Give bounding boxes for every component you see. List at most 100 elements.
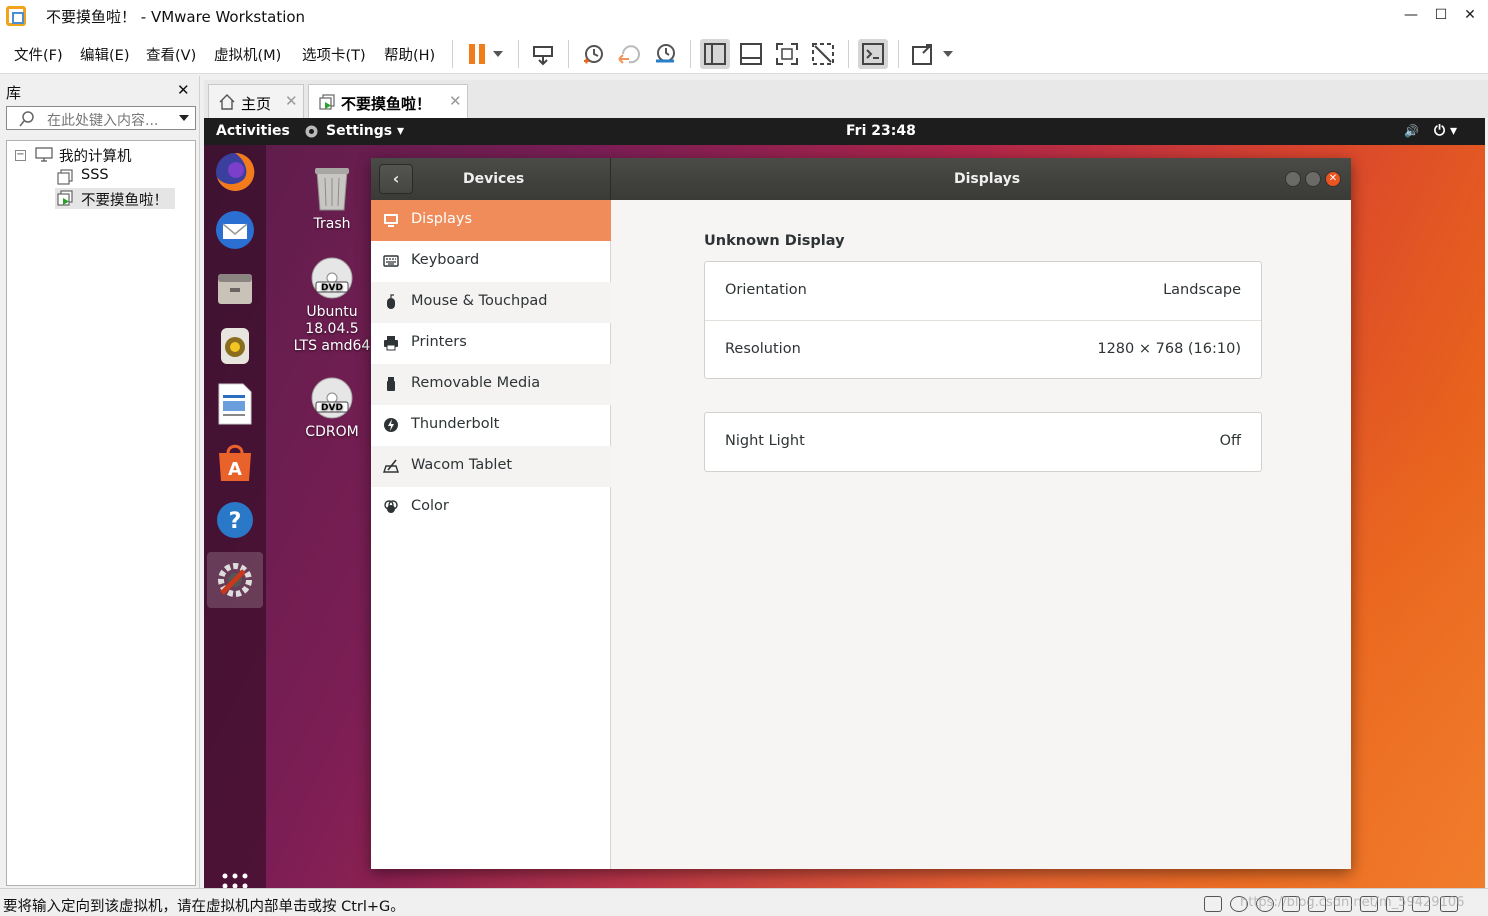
tree-collapse-icon[interactable]: − [15,150,26,161]
dvd-icon: DVD [311,377,353,419]
stretch-guest-icon[interactable] [908,39,938,69]
toolbar-separator [568,40,569,68]
thunderbird-icon[interactable] [212,207,258,253]
library-search-input[interactable]: 在此处键入内容... [6,106,196,130]
tree-item-label: 不要摸鱼啦！ [81,193,168,209]
printer-icon [384,336,398,351]
app-menu-settings[interactable]: Settings ▾ [326,123,404,139]
display-settings-card: Orientation Landscape Resolution 1280 × … [704,261,1262,379]
resolution-row[interactable]: Resolution 1280 × 768 (16:10) [705,320,1261,378]
tree-item-sss[interactable]: SSS [57,167,117,187]
sidebar-item-label: Displays [411,211,473,227]
tab-close-icon[interactable]: ✕ [285,92,298,110]
usb-icon [387,377,395,391]
menu-file[interactable]: 文件(F) [14,44,63,65]
sidebar-item-keyboard[interactable]: Keyboard [371,241,611,282]
toolbar-separator [898,40,899,68]
files-icon[interactable] [212,265,258,311]
svg-text:?: ? [229,509,242,534]
svg-text:A: A [228,459,242,480]
sidebar-item-printers[interactable]: Printers [371,323,611,364]
activities-button[interactable]: Activities [216,123,290,139]
tab-close-icon[interactable]: ✕ [449,92,462,110]
search-placeholder: 在此处键入内容... [47,113,159,129]
unity-icon[interactable] [808,39,838,69]
firefox-icon[interactable] [212,149,258,195]
help-icon[interactable]: ? [212,497,258,543]
minimize-button[interactable]: — [1398,5,1424,27]
show-applications-icon[interactable] [220,871,250,888]
maximize-button[interactable]: ☐ [1428,5,1454,27]
settings-sidebar: Displays Keyboard Mouse & Touchpad Print… [371,200,611,869]
toolbar-separator [452,40,453,68]
sidebar-item-wacom-tablet[interactable]: Wacom Tablet [371,446,611,487]
dvd-icon: DVD [311,257,353,299]
show-library-icon[interactable] [700,39,730,69]
revert-snapshot-icon[interactable] [614,39,644,69]
close-button[interactable]: ✕ [1457,5,1483,27]
night-light-row[interactable]: Night Light Off [705,413,1261,471]
keyboard-icon [383,255,399,267]
console-view-icon[interactable] [858,39,888,69]
minimize-icon[interactable] [1285,171,1301,187]
tablet-icon [383,459,399,473]
snapshot-manager-icon[interactable] [650,39,680,69]
desktop-icon-trash[interactable]: Trash [292,164,372,233]
menu-toolbar: 文件(F) 编辑(E) 查看(V) 虚拟机(M) 选项卡(T) 帮助(H) [0,32,1488,74]
menu-help[interactable]: 帮助(H) [384,44,435,65]
toolbar-separator [848,40,849,68]
volume-icon[interactable]: 🔊 [1404,124,1419,138]
sidebar-item-mouse-touchpad[interactable]: Mouse & Touchpad [371,282,611,323]
clock[interactable]: Fri 23:48 [846,123,916,139]
night-light-value: Off [1219,433,1241,449]
maximize-icon[interactable] [1305,171,1321,187]
power-menu-icon[interactable]: ⏻ ▾ [1434,123,1457,139]
tree-item-label: SSS [81,167,109,183]
mouse-icon [387,294,395,309]
display-icon [384,214,398,227]
sidebar-item-removable-media[interactable]: Removable Media [371,364,611,405]
displays-panel: Unknown Display Orientation Landscape Re… [612,200,1351,869]
libreoffice-writer-icon[interactable] [212,381,258,427]
hard-disk-icon[interactable] [1204,896,1222,912]
close-icon[interactable]: ✕ [1325,171,1341,187]
rhythmbox-icon[interactable] [212,323,258,369]
full-screen-icon[interactable] [772,39,802,69]
sidebar-item-displays[interactable]: Displays [371,200,611,241]
sidebar-item-thunderbolt[interactable]: Thunderbolt [371,405,611,446]
orientation-label: Orientation [725,282,807,298]
sidebar-item-color[interactable]: Color [371,487,611,528]
guest-screen[interactable]: Activities Settings ▾ Fri 23:48 🔊 ⏻ ▾ A … [204,118,1485,888]
desktop-icon-cdrom[interactable]: DVD CDROM [292,376,372,441]
settings-gear-icon [305,125,318,138]
tab-vm[interactable]: 不要摸鱼啦！ ✕ [308,84,468,118]
menu-view[interactable]: 查看(V) [146,44,196,65]
status-message: 要将输入定向到该虚拟机，请在虚拟机内部单击或按 Ctrl+G。 [3,899,405,915]
send-ctrl-alt-del-icon[interactable] [528,39,558,69]
library-close-button[interactable]: ✕ [177,81,190,99]
settings-icon[interactable] [207,552,263,608]
desktop-icon-ubuntu-dvd[interactable]: DVD Ubuntu 18.04.5 LTS amd64 [292,256,372,355]
panel-title: Displays [954,171,1021,187]
ubuntu-software-icon[interactable]: A [212,439,258,485]
menu-tabs[interactable]: 选项卡(T) [302,44,366,65]
toolbar-separator [518,40,519,68]
vm-tab-bar: 主页 ✕ 不要摸鱼啦！ ✕ [204,80,1488,118]
menu-vm[interactable]: 虚拟机(M) [214,44,281,65]
dropdown-arrow-icon[interactable] [938,39,958,69]
menu-edit[interactable]: 编辑(E) [80,44,129,65]
night-light-label: Night Light [725,433,805,449]
snapshot-icon[interactable] [578,39,608,69]
sidebar-item-label: Thunderbolt [411,416,500,432]
dropdown-arrow-icon[interactable] [488,39,508,69]
toolbar-separator [690,40,691,68]
back-button[interactable]: ‹ [379,164,413,194]
tab-home[interactable]: 主页 ✕ [208,84,304,118]
chevron-down-icon[interactable] [179,115,189,121]
thumbnail-bar-icon[interactable] [736,39,766,69]
tree-item-vm-selected[interactable]: 不要摸鱼啦！ [55,188,175,209]
orientation-row[interactable]: Orientation Landscape [705,262,1261,320]
sidebar-item-label: Mouse & Touchpad [411,293,548,309]
header-left-pane: ‹ Devices [371,158,611,200]
trash-icon [315,168,349,211]
